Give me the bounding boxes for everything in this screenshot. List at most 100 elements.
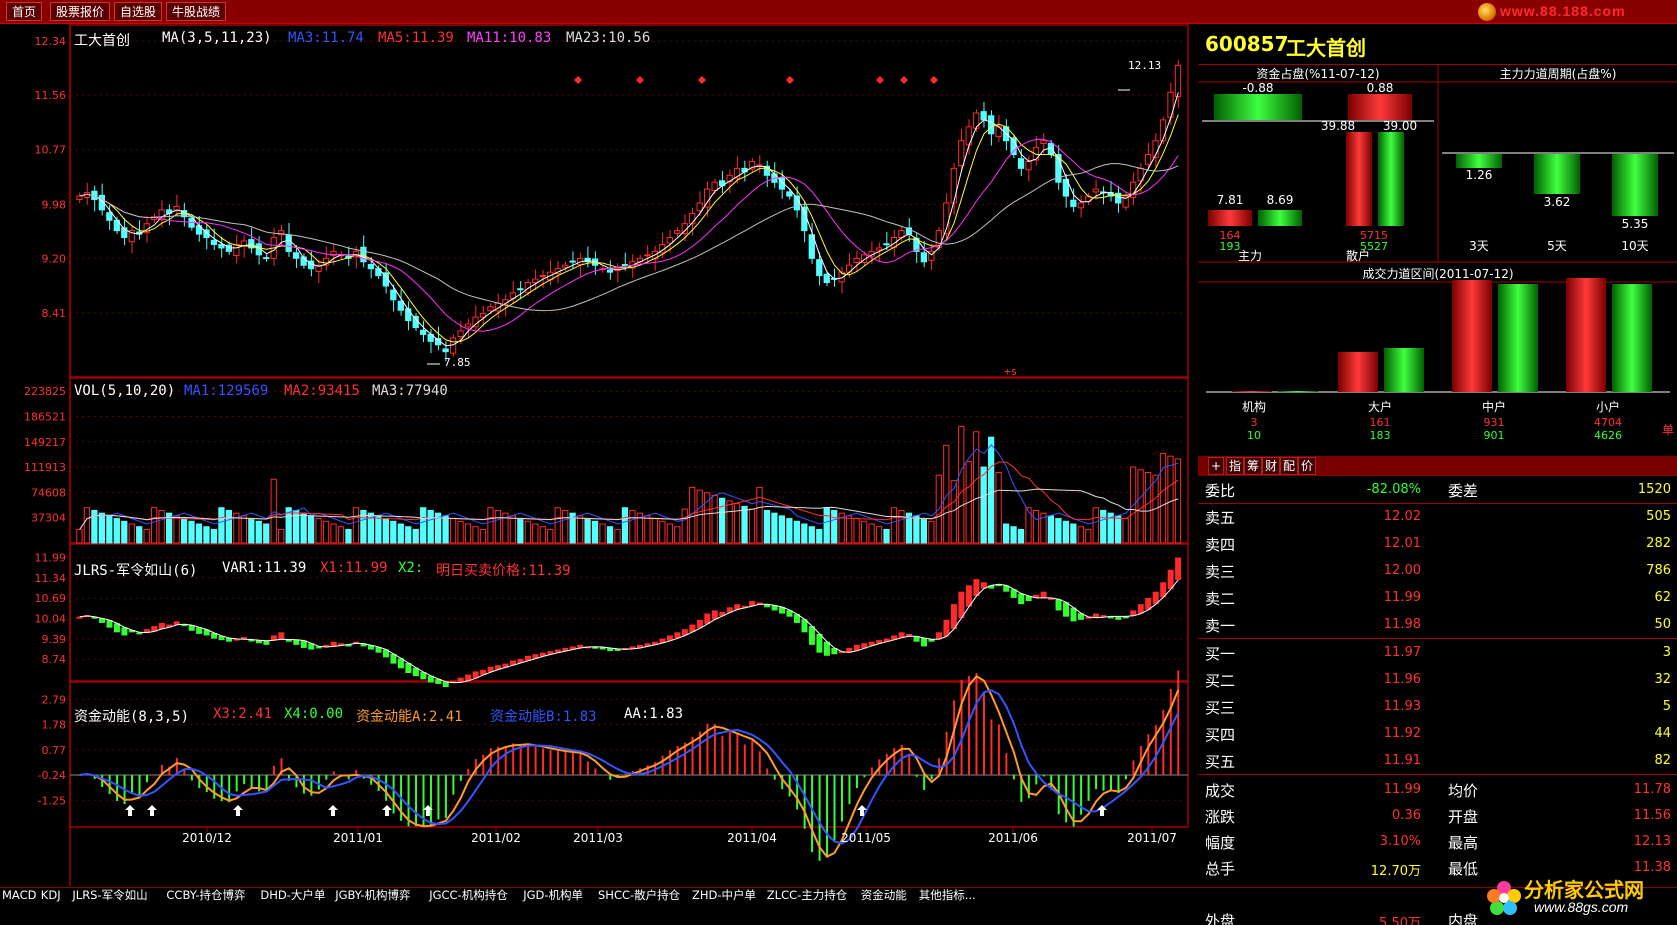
volume-bar (621, 507, 629, 544)
volume-bar (106, 515, 113, 544)
tab-index[interactable]: 指 (1226, 457, 1245, 475)
info-tab-strip: + 指 筹 财 配 价 (1198, 456, 1677, 476)
candle-body (1047, 142, 1055, 156)
indicator-tab[interactable]: JGCC-机构持仓 (429, 888, 508, 904)
jlrs-var1-label: VAR1:11.39 (222, 560, 307, 576)
candle-body (539, 275, 546, 278)
tab-config[interactable]: 配 (1280, 457, 1299, 475)
volume-bar (188, 520, 195, 544)
order-book-row[interactable]: 买四 11.92 44 (1198, 721, 1677, 748)
volume-bar (517, 518, 524, 544)
indicator-tab[interactable]: ZLCC-主力持仓 (767, 888, 848, 904)
date-tick-label: 2011/05 (841, 831, 891, 845)
row-label-2: 委差 (1448, 482, 1479, 500)
volume-bar (868, 523, 875, 544)
row-value-2: 282 (1646, 536, 1671, 551)
order-book-row[interactable]: 卖三 12.00 786 (1198, 558, 1677, 585)
row-value-2: 5 (1662, 699, 1671, 714)
candle-body (621, 264, 629, 267)
volume-bar (330, 523, 337, 544)
order-book-row[interactable]: 买五 11.91 82 (1198, 748, 1677, 775)
row-label: 总手 (1205, 860, 1236, 878)
tab-price[interactable]: 价 (1298, 457, 1317, 475)
tab-plus[interactable]: + (1208, 457, 1225, 475)
volume-bar (128, 523, 135, 544)
chart-area[interactable]: 12.34 11.56 10.77 9.98 9.20 8.41 223825 186521 1… (0, 24, 1198, 886)
site-logo[interactable]: www.88.188.com (1478, 3, 1626, 22)
order-book-row[interactable]: 买二 11.96 32 (1198, 667, 1677, 694)
order-book-row[interactable]: 委比 -82.08% 委差 1520 (1198, 477, 1677, 504)
volume-bar (457, 520, 464, 544)
jlrs-tick-label: 11.99 (35, 552, 67, 565)
indicator-tab[interactable]: JLRS-军令如山 (72, 888, 147, 904)
volume-bar (479, 528, 487, 544)
zjdn-tick-label: 0.77 (42, 744, 67, 757)
volume-bar (913, 515, 920, 544)
jlrs-bar (958, 591, 965, 618)
volume-bar (890, 507, 898, 544)
indicator-tab[interactable]: 其他指标... (919, 888, 976, 904)
volume-bar (263, 523, 270, 544)
main-ma3-label: MA3:11.74 (288, 30, 364, 46)
tab-finance[interactable]: 财 (1262, 457, 1281, 475)
indicator-tab[interactable]: SHCC-散户持仓 (598, 888, 680, 904)
volume-bar (1062, 520, 1070, 544)
order-book-row[interactable]: 成交 11.99 均价 11.78 (1198, 777, 1677, 804)
nav-quote-button[interactable]: 股票报价 (50, 2, 111, 21)
jlrs-tick-label: 10.04 (35, 613, 67, 626)
row-value: 12.00 (1383, 563, 1421, 578)
volume-bar (307, 515, 315, 544)
jlrs-x2-text: 明日买卖价格:11.39 (436, 563, 571, 579)
order-book-row[interactable]: 涨跌 0.36 开盘 11.56 (1198, 803, 1677, 830)
indicator-tab[interactable]: 资金动能 (861, 888, 907, 904)
row-label: 买五 (1205, 753, 1236, 771)
volume-bar (1047, 515, 1055, 544)
candle-body (920, 252, 928, 263)
volume-bar (816, 528, 823, 544)
indicator-tab[interactable]: ZHD-中户单 (692, 888, 756, 904)
jlrs-bar (1040, 591, 1047, 598)
volume-bar (1077, 526, 1084, 544)
row-value: 12.02 (1383, 509, 1421, 524)
candle-body (76, 195, 83, 201)
order-book-row[interactable]: 买一 11.97 3 (1198, 640, 1677, 667)
nav-record-button[interactable]: 牛股战绩 (166, 2, 227, 21)
candle-body (853, 257, 860, 263)
nav-home-button[interactable]: 首页 (6, 2, 43, 21)
logo-ball-icon (1478, 3, 1496, 22)
cycle-period-label: 3天 (1469, 239, 1489, 253)
capital-bar (1214, 94, 1302, 120)
volume-bar (76, 528, 83, 544)
order-book-row[interactable]: 卖二 11.99 62 (1198, 585, 1677, 612)
candle-body (233, 243, 240, 257)
trade-group-label: 大户 (1368, 399, 1392, 414)
row-value: 11.98 (1383, 617, 1421, 632)
row-label-2: 最高 (1448, 834, 1479, 852)
tab-chips[interactable]: 筹 (1244, 457, 1263, 475)
nav-watchlist-button[interactable]: 自选股 (114, 2, 163, 21)
order-book-row[interactable]: 卖一 11.98 50 (1198, 612, 1677, 639)
indicator-tab[interactable]: MACD (2, 888, 36, 904)
candle-body (420, 329, 427, 335)
indicator-tab[interactable]: KDJ (41, 888, 61, 904)
row-value: 11.99 (1383, 782, 1421, 797)
indicator-tab[interactable]: DHD-大户单 (260, 888, 325, 904)
capital-bar-label: -0.88 (1242, 81, 1273, 95)
zjdn-x3-label: X3:2.41 (213, 706, 273, 722)
zjdn-tick-label: 2.79 (42, 693, 67, 706)
row-label: 买三 (1205, 699, 1236, 717)
order-book-row[interactable]: 卖四 12.01 282 (1198, 531, 1677, 558)
jlrs-bar (1175, 557, 1182, 580)
candle-body (569, 260, 576, 263)
volume-bar (614, 528, 621, 544)
order-book-row[interactable]: 幅度 3.10% 最高 12.13 (1198, 829, 1677, 856)
volume-bar (1167, 455, 1174, 544)
indicator-tab[interactable]: JGD-机构单 (523, 888, 583, 904)
order-book-row[interactable]: 买三 11.93 5 (1198, 694, 1677, 721)
trade-count-label: 4704 (1594, 416, 1622, 429)
row-value-2: 786 (1646, 563, 1671, 578)
order-book-row[interactable]: 卖五 12.02 505 (1198, 504, 1677, 531)
indicator-tab[interactable]: JGBY-机构博弈 (335, 888, 410, 904)
indicator-tab[interactable]: CCBY-持仓博弈 (166, 888, 245, 904)
row-label: 幅度 (1205, 834, 1236, 852)
